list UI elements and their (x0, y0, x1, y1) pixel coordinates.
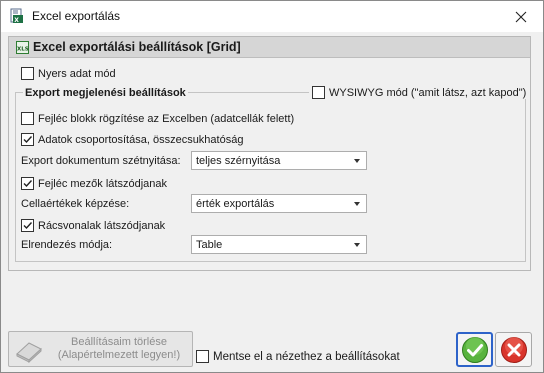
doc-stretch-select[interactable]: teljes szérnyitása (191, 151, 367, 170)
window-title: Excel exportálás (32, 9, 121, 23)
eraser-icon (16, 342, 42, 363)
raw-data-mode-checkbox[interactable] (21, 67, 34, 80)
raw-data-mode-option[interactable]: Nyers adat mód (21, 67, 116, 80)
layout-mode-select[interactable]: Table (191, 235, 367, 254)
save-for-view-checkbox[interactable] (196, 350, 209, 363)
ok-button[interactable] (456, 332, 493, 367)
reset-settings-button[interactable]: Beállításaim törlése (Alapértelmezett le… (8, 331, 193, 367)
wysiwyg-checkbox[interactable] (312, 86, 325, 99)
chevron-down-icon (354, 202, 360, 206)
header-fields-checkbox[interactable] (21, 177, 34, 190)
wysiwyg-label: WYSIWYG mód ("amit látsz, azt kapod") (329, 86, 527, 99)
svg-text:XLS: XLS (17, 47, 29, 53)
xls-icon: XLS (16, 41, 29, 54)
freeze-header-label: Fejléc blokk rögzítése az Excelben (adat… (38, 112, 295, 125)
layout-mode-value: Table (196, 238, 223, 251)
grouping-checkbox[interactable] (21, 133, 34, 146)
freeze-header-option[interactable]: Fejléc blokk rögzítése az Excelben (adat… (21, 112, 294, 125)
save-for-view-label: Mentse el a nézethez a beállításokat (213, 350, 400, 363)
close-button[interactable] (499, 1, 543, 32)
checkmark-icon (23, 136, 33, 144)
grouping-label: Adatok csoportosítása, összecsukhatóság (38, 133, 244, 146)
reset-line1: Beállításaim törlése (71, 336, 167, 348)
title-bar: X Excel exportálás (1, 1, 543, 32)
cancel-button[interactable] (495, 332, 532, 367)
gridlines-option[interactable]: Rácsvonalak látszódjanak (21, 219, 165, 232)
svg-text:X: X (14, 17, 19, 24)
reset-line2: (Alapértelmezett legyen!) (57, 349, 181, 361)
cancel-x-icon (500, 336, 527, 363)
gridlines-checkbox[interactable] (21, 219, 34, 232)
cell-value-value: érték exportálás (196, 197, 275, 210)
raw-data-mode-label: Nyers adat mód (38, 67, 116, 80)
checkmark-icon (23, 180, 33, 188)
cell-value-select[interactable]: érték exportálás (191, 194, 367, 213)
wysiwyg-option[interactable]: WYSIWYG mód ("amit látsz, azt kapod") (309, 86, 530, 99)
doc-stretch-label: Export dokumentum szétnyitása: (21, 155, 181, 167)
cell-value-label: Cellaértékek képzése: (21, 198, 130, 210)
freeze-header-checkbox[interactable] (21, 112, 34, 125)
grouping-option[interactable]: Adatok csoportosítása, összecsukhatóság (21, 133, 243, 146)
header-fields-label: Fejléc mezők látszódjanak (38, 177, 168, 190)
checkmark-icon (461, 336, 488, 363)
panel-header: XLS Excel exportálási beállítások [Grid] (9, 37, 530, 58)
doc-stretch-value: teljes szérnyitása (196, 154, 281, 167)
reset-settings-text: Beállításaim törlése (Alapértelmezett le… (49, 336, 189, 362)
panel-title: Excel exportálási beállítások [Grid] (33, 40, 241, 54)
chevron-down-icon (354, 243, 360, 247)
excel-export-dialog: X Excel exportálás XLS Excel exportálási… (0, 0, 544, 373)
close-icon (515, 11, 527, 22)
gridlines-label: Rácsvonalak látszódjanak (38, 219, 166, 232)
layout-mode-label: Elrendezés módja: (21, 239, 113, 251)
settings-panel: XLS Excel exportálási beállítások [Grid]… (8, 36, 531, 271)
save-for-view-option[interactable]: Mentse el a nézethez a beállításokat (196, 350, 400, 363)
checkmark-icon (23, 222, 33, 230)
group-title: Export megjelenési beállítások (23, 87, 188, 99)
excel-doc-icon: X (10, 8, 23, 24)
header-fields-option[interactable]: Fejléc mezők látszódjanak (21, 177, 167, 190)
chevron-down-icon (354, 159, 360, 163)
